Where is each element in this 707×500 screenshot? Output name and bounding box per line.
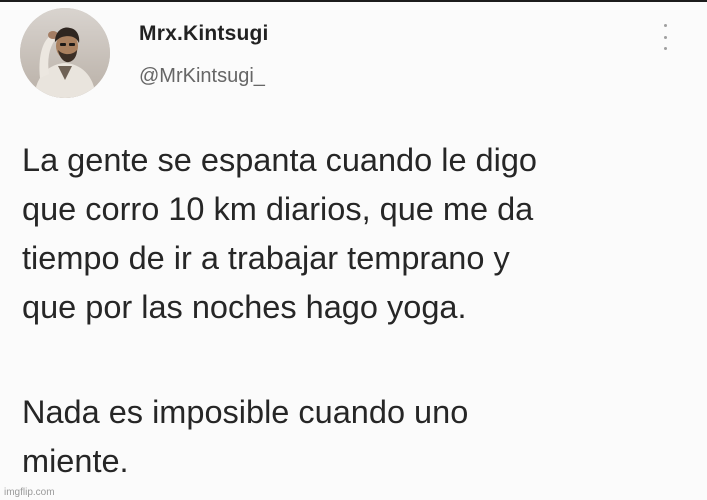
tweet-line: que por las noches hago yoga.: [22, 289, 467, 325]
tweet-card: Mrx.Kintsugi @MrKintsugi_ La gente se es…: [0, 2, 707, 500]
more-vertical-icon[interactable]: [660, 24, 670, 50]
dot: [663, 47, 667, 50]
avatar-image: [20, 8, 110, 98]
tweet-line: miente.: [22, 443, 129, 479]
avatar[interactable]: [20, 8, 110, 98]
tweet-line: Nada es imposible cuando uno: [22, 394, 469, 430]
tweet-paragraph-2: Nada es imposible cuando uno miente.: [22, 388, 468, 486]
display-name[interactable]: Mrx.Kintsugi: [139, 22, 269, 46]
tweet-paragraph-1: La gente se espanta cuando le digo que co…: [22, 136, 537, 332]
watermark: imgflip.com: [4, 487, 55, 498]
tweet-line: que corro 10 km diarios, que me da: [22, 191, 534, 227]
tweet-line: La gente se espanta cuando le digo: [22, 142, 538, 178]
username[interactable]: @MrKintsugi_: [139, 65, 265, 88]
tweet-line: tiempo de ir a trabajar temprano y: [22, 240, 510, 276]
dot: [663, 24, 667, 27]
dot: [663, 35, 667, 39]
